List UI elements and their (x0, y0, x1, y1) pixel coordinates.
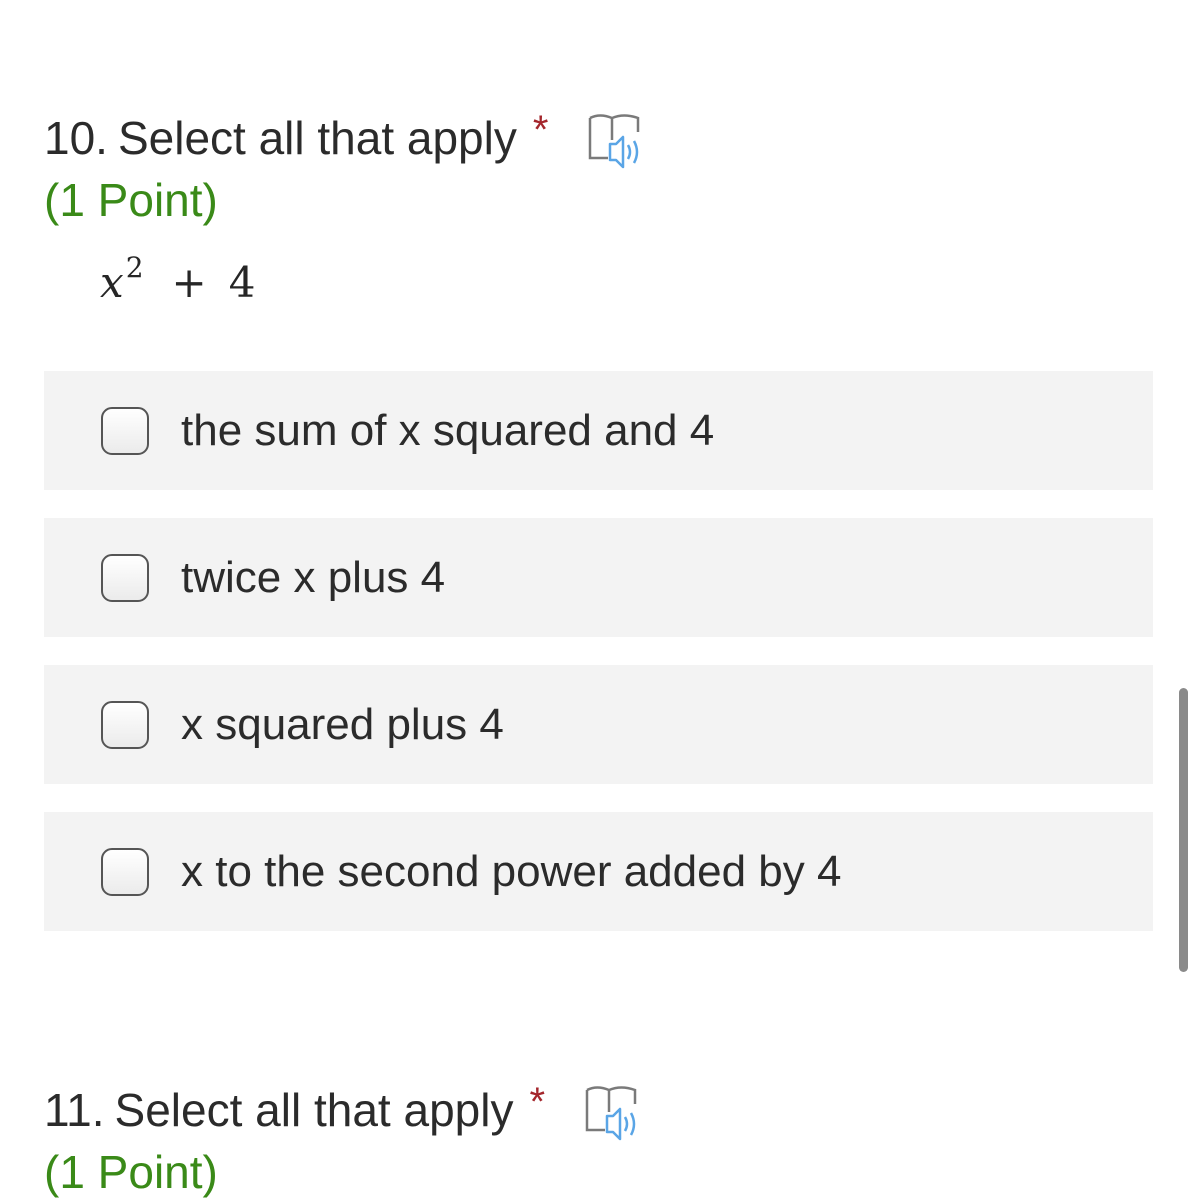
option-checkbox[interactable] (101, 406, 149, 455)
question-points: (1 Point) (44, 1146, 218, 1198)
question-title: Select all that apply (117, 112, 517, 164)
answer-option[interactable]: x squared plus 4 (44, 665, 1153, 784)
scrollbar-thumb[interactable] (1179, 688, 1188, 972)
answer-options: the sum of x squared and 4 twice x plus … (44, 371, 1153, 959)
answer-option[interactable]: x to the second power added by 4 (44, 812, 1153, 931)
expression-operator: + (171, 258, 207, 307)
answer-option[interactable]: twice x plus 4 (44, 518, 1153, 637)
question-expression: x 2 + 4 (100, 251, 256, 307)
question-10-title-row: 10. Select all that apply * (44, 108, 648, 170)
expression-exponent: 2 (125, 251, 144, 284)
expression-constant: 4 (228, 258, 256, 307)
option-checkbox[interactable] (101, 847, 149, 896)
required-marker: * (529, 1080, 546, 1124)
question-title: Select all that apply (114, 1084, 514, 1136)
option-label: x squared plus 4 (181, 699, 504, 749)
expression-variable: x (100, 258, 124, 307)
question-number: 11. (44, 1084, 105, 1136)
required-marker: * (532, 108, 549, 152)
option-label: x to the second power added by 4 (181, 846, 842, 896)
immersive-reader-icon[interactable] (583, 1082, 645, 1142)
option-checkbox[interactable] (101, 700, 149, 749)
question-points: (1 Point) (44, 174, 218, 226)
question-10-header: 10. Select all that apply * (1 Point) (44, 108, 648, 230)
immersive-reader-icon[interactable] (586, 110, 648, 170)
option-checkbox[interactable] (101, 553, 149, 602)
question-11-header: 11. Select all that apply * (1 Point) (44, 1080, 645, 1200)
question-number: 10. (44, 112, 108, 164)
option-label: twice x plus 4 (181, 552, 446, 602)
answer-option[interactable]: the sum of x squared and 4 (44, 371, 1153, 490)
option-label: the sum of x squared and 4 (181, 405, 715, 455)
question-11-title-row: 11. Select all that apply * (44, 1080, 645, 1142)
form-page: 10. Select all that apply * (1 Point) x … (0, 0, 1198, 1200)
